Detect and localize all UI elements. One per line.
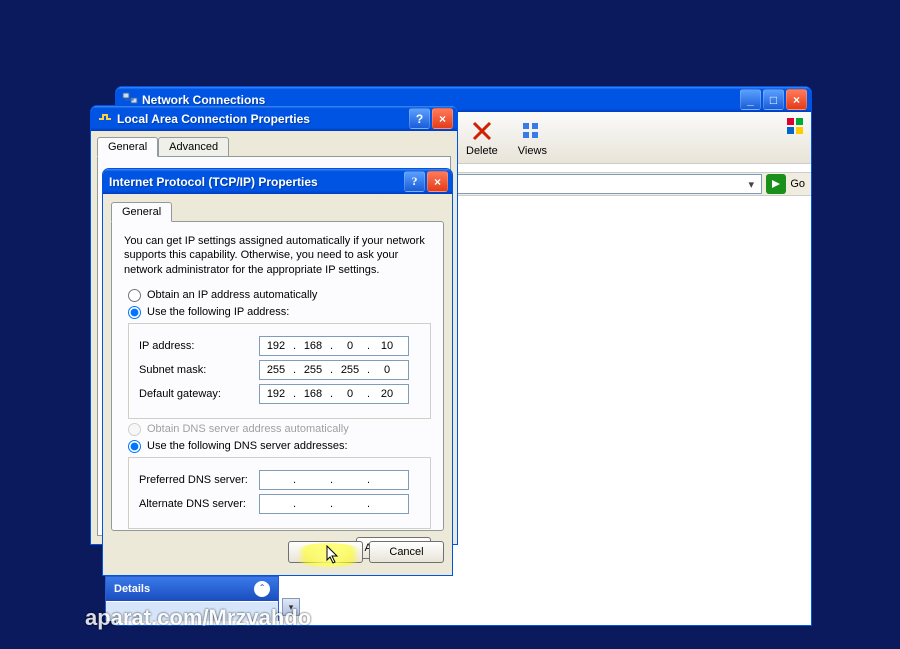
chevron-up-icon: ˆ [254,581,270,597]
ip-address-input[interactable]: . . . [259,336,409,356]
windows-flag-icon [785,116,805,136]
watermark-text: aparat.com/Mrzvahdo [85,605,311,631]
go-label: Go [790,178,805,190]
maximize-button[interactable]: □ [763,89,784,110]
radio-use-ip[interactable]: Use the following IP address: [128,306,431,319]
delete-button[interactable]: Delete [466,119,498,157]
default-gateway-label: Default gateway: [139,388,259,400]
tab-advanced[interactable]: Advanced [158,137,229,157]
close-button[interactable]: × [432,108,453,129]
dns-fieldgroup: Preferred DNS server: . . . Alternate DN… [128,457,431,529]
tcpip-properties-dialog: Internet Protocol (TCP/IP) Properties ? … [102,168,453,576]
preferred-dns-label: Preferred DNS server: [139,474,259,486]
default-gateway-input[interactable]: . . . [259,384,409,404]
connection-icon [97,109,113,128]
chevron-down-icon: ▾ [743,178,759,191]
alternate-dns-label: Alternate DNS server: [139,498,259,510]
tab-general[interactable]: General [97,137,158,157]
subnet-mask-label: Subnet mask: [139,364,259,376]
preferred-dns-input[interactable]: . . . [259,470,409,490]
details-header[interactable]: Details ˆ [106,577,278,601]
ok-button[interactable] [288,541,363,563]
tab-general[interactable]: General [111,202,172,222]
ip-address-label: IP address: [139,340,259,352]
radio-obtain-ip-input[interactable] [128,289,141,302]
lac-tabstrip: General Advanced [97,137,451,157]
subnet-mask-input[interactable]: . . . [259,360,409,380]
radio-obtain-dns: Obtain DNS server address automatically [128,423,431,436]
tcpip-panel: You can get IP settings assigned automat… [111,221,444,531]
radio-use-dns[interactable]: Use the following DNS server addresses: [128,440,431,453]
alternate-dns-input[interactable]: . . . [259,494,409,514]
close-button[interactable]: × [786,89,807,110]
cancel-button[interactable]: Cancel [369,541,444,563]
tcpip-description: You can get IP settings assigned automat… [124,234,431,277]
radio-obtain-ip[interactable]: Obtain an IP address automatically [128,289,431,302]
help-button[interactable]: ? [409,108,430,129]
address-dropdown[interactable]: ▾ [406,174,762,194]
radio-use-ip-input[interactable] [128,306,141,319]
tcpip-title: Internet Protocol (TCP/IP) Properties [109,175,404,189]
radio-obtain-dns-input [128,423,141,436]
views-button[interactable]: Views [518,119,547,157]
radio-use-dns-input[interactable] [128,440,141,453]
close-button[interactable]: × [427,171,448,192]
ip-fieldgroup: IP address: . . . Subnet mask: . . . [128,323,431,419]
minimize-button[interactable]: _ [740,89,761,110]
go-button[interactable] [766,174,786,194]
lac-titlebar[interactable]: Local Area Connection Properties ? × [91,106,457,131]
lac-title: Local Area Connection Properties [117,112,409,126]
tcpip-titlebar[interactable]: Internet Protocol (TCP/IP) Properties ? … [103,169,452,194]
help-button[interactable]: ? [404,171,425,192]
